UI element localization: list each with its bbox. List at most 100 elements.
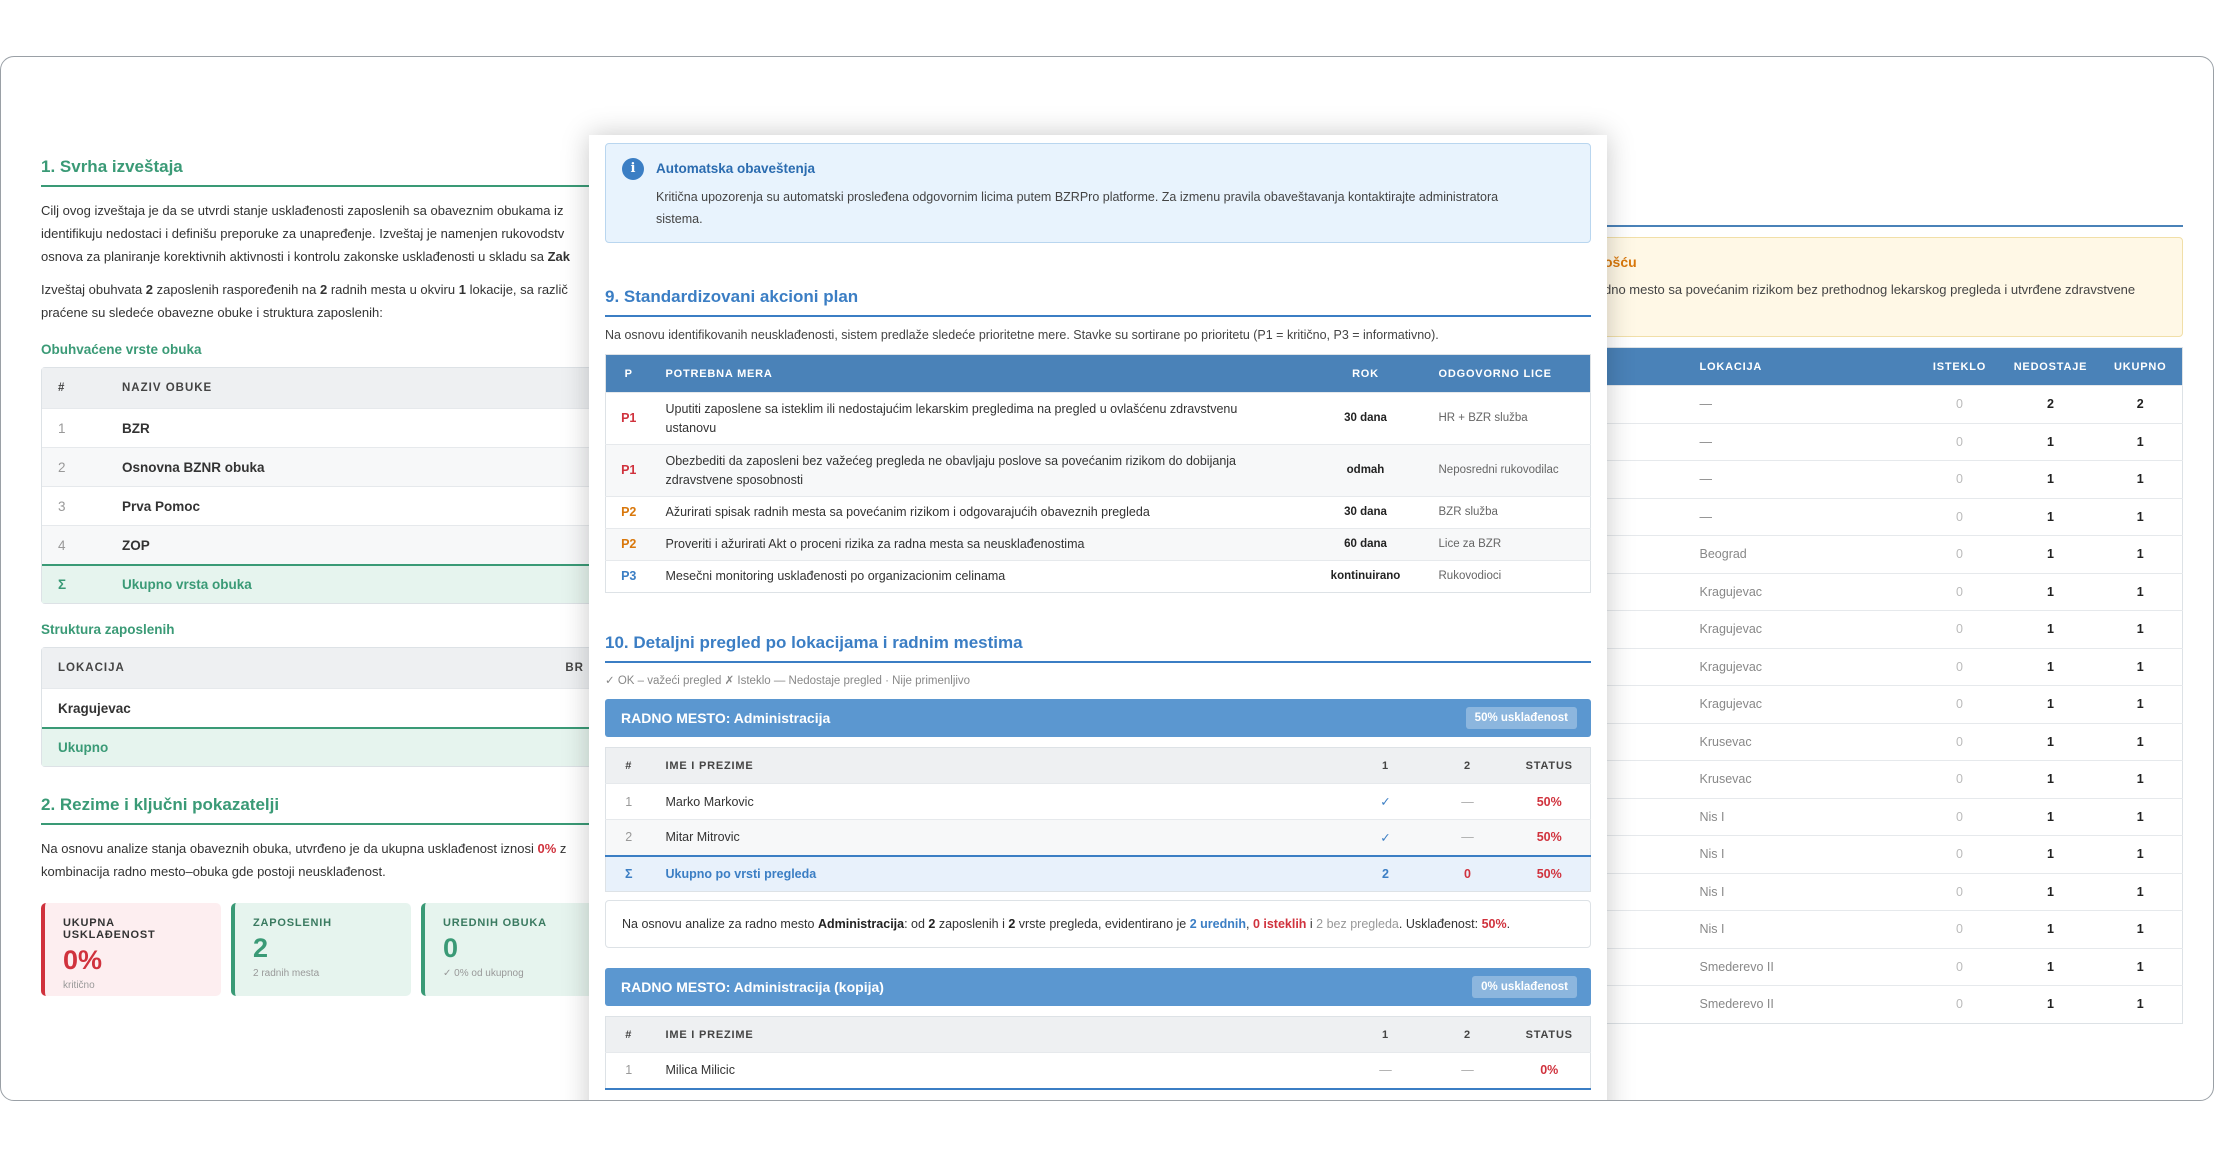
table-row: 1 BZR bbox=[42, 408, 600, 447]
info-box: i Automatska obaveštenja Kritična upozor… bbox=[605, 143, 1591, 243]
employees-table: LOKACIJA BR Kragujevac Ukupno bbox=[41, 647, 601, 767]
compliance-badge: 0% usklađenost bbox=[1472, 976, 1577, 998]
left-report-page: 1. Svrha izveštaja Cilj ovog izveštaja j… bbox=[41, 157, 601, 996]
deadline: odmah bbox=[1306, 444, 1425, 497]
table-row: 2 Osnovna BZNR obuka bbox=[42, 447, 600, 486]
table-row: Krusevac 0 1 1 bbox=[1603, 722, 2183, 761]
action-row: P2 Proveriti i ažurirati Akt o proceni ri… bbox=[605, 528, 1591, 561]
col-header: ODGOVORNO LICE bbox=[1424, 354, 1591, 393]
table-row: Nis I011 bbox=[1603, 797, 2183, 836]
col-header: LOKACIJA bbox=[42, 648, 419, 688]
table-row: 1 Milica Milicic — — 0% bbox=[605, 1052, 1591, 1089]
workplace-summary-note: Na osnovu analize za radno mesto Adminis… bbox=[605, 900, 1591, 948]
action-row: P1 Uputiti zaposlene sa isteklim ili nedo… bbox=[605, 392, 1591, 445]
summary-paragraph: Na osnovu analize stanja obaveznih obuka… bbox=[41, 841, 567, 879]
table-row: Kragujevac 0 1 1 bbox=[1603, 647, 2183, 686]
responsible-person: BZR služba bbox=[1424, 496, 1591, 529]
table-total-row: Σ Ukupno vrsta obuka bbox=[42, 564, 600, 603]
deadline: 30 dana bbox=[1306, 496, 1425, 529]
trainings-table: # NAZIV OBUKE 1 BZR 2 Osnovna BZNR obuka 3P… bbox=[41, 367, 601, 604]
table-row: —0 1 1 bbox=[1603, 422, 2183, 461]
col-header: NAZIV OBUKE bbox=[106, 368, 600, 408]
table-row: —0 2 2 bbox=[1603, 385, 2183, 423]
responsible-person: Lice za BZR bbox=[1424, 528, 1591, 561]
workplace-employees-table: # IME I PREZIME 1 2 STATUS 1 Milica Milic… bbox=[605, 1016, 1591, 1090]
action-text: Uputiti zaposlene sa isteklim ili nedost… bbox=[651, 392, 1307, 445]
table-row: Kragujevac bbox=[42, 688, 600, 727]
action-text: Proveriti i ažurirati Akt o proceni rizi… bbox=[651, 528, 1307, 561]
table-row: Smederevo II 0 1 1 bbox=[1603, 985, 2183, 1023]
priority-label: P1 bbox=[605, 444, 652, 497]
action-row: P1 Obezbediti da zaposleni bez važećeg pr… bbox=[605, 444, 1591, 497]
purpose-paragraph: Cilj ovog izveštaja je da se utvrdi stan… bbox=[41, 199, 601, 268]
table-row: Nis I011 bbox=[1603, 910, 2183, 948]
responsible-person: HR + BZR služba bbox=[1424, 392, 1591, 445]
section-9-title: 9. Standardizovani akcioni plan bbox=[605, 287, 1591, 317]
col-header: ISTEKLO bbox=[1916, 347, 2003, 386]
info-title: Automatska obaveštenja bbox=[656, 161, 816, 176]
col-header: BR bbox=[418, 648, 600, 688]
table-row: 1 Marko Markovic ✓ — 50% bbox=[605, 783, 1591, 820]
trainings-subtitle: Obuhvaćene vrste obuka bbox=[41, 342, 202, 357]
table-total-row: Ukupno bbox=[42, 727, 600, 766]
table-row: Kragujevac 0 1 1 bbox=[1603, 610, 2183, 648]
workplace-header: RADNO MESTO: Administracija 50% usklađen… bbox=[605, 699, 1591, 737]
employees-subtitle: Struktura zaposlenih bbox=[41, 622, 175, 637]
table-row: Nis I011 bbox=[1603, 835, 2183, 873]
action-text: Mesečni monitoring usklađenosti po organ… bbox=[651, 560, 1307, 593]
warning-box: ošću dno mesto sa povećanim rizikom bez … bbox=[1603, 237, 2183, 337]
col-header: ROK bbox=[1306, 354, 1425, 393]
action-row: P2 Ažurirati spisak radnih mesta sa poveć… bbox=[605, 496, 1591, 529]
action-text: Obezbediti da zaposleni bez važećeg preg… bbox=[651, 444, 1307, 497]
compliance-badge: 50% usklađenost bbox=[1465, 707, 1577, 729]
priority-label: P2 bbox=[605, 496, 652, 529]
status-legend: ✓ OK – važeći pregled ✗ Isteklo — Nedost… bbox=[605, 675, 971, 687]
table-total-row: Σ Ukupno po vrsti pregleda 20 50% bbox=[605, 854, 1591, 892]
table-row: —0 1 1 bbox=[1603, 460, 2183, 498]
table-row: 4 ZOP bbox=[42, 525, 600, 564]
info-icon: i bbox=[622, 158, 644, 180]
table-row: 3 Prva Pomoc bbox=[42, 486, 600, 525]
table-row: Smederevo II 0 1 1 bbox=[1603, 947, 2183, 986]
table-row: Krusevac 0 1 1 bbox=[1603, 760, 2183, 798]
table-row: Kragujevac 0 1 1 bbox=[1603, 572, 2183, 611]
priority-label: P1 bbox=[605, 392, 652, 445]
info-text: Kritična upozorenja su automatski prosle… bbox=[656, 190, 1499, 226]
kpi-card-employees: ZAPOSLENIH 2 2 radnih mesta bbox=[231, 903, 411, 996]
main-report-page: i Automatska obaveštenja Kritična upozor… bbox=[589, 135, 1607, 1100]
scope-paragraph: Izveštaj obuhvata 2 zaposlenih raspoređe… bbox=[41, 282, 568, 320]
workplace-header: RADNO MESTO: Administracija (kopija) 0% … bbox=[605, 968, 1591, 1006]
col-header: NEDOSTAJE bbox=[2002, 347, 2099, 386]
purpose-line: identifikuju nedostaci i definišu prepor… bbox=[41, 226, 565, 241]
priority-label: P2 bbox=[605, 528, 652, 561]
col-header: POTREBNA MERA bbox=[651, 354, 1307, 393]
deadline: 60 dana bbox=[1306, 528, 1425, 561]
responsible-person: Rukovodioci bbox=[1424, 560, 1591, 593]
section-10-title: 10. Detaljni pregled po lokacijama i rad… bbox=[605, 633, 1591, 663]
warning-text: dno mesto sa povećanim rizikom bez preth… bbox=[1604, 282, 2136, 297]
col-header: # bbox=[42, 368, 106, 408]
warning-title: ošću bbox=[1604, 254, 1637, 270]
table-row: Nis I011 bbox=[1603, 872, 2183, 911]
location-summary-table: LOKACIJA ISTEKLO NEDOSTAJE UKUPNO —0 2 2—0… bbox=[1603, 347, 2183, 1024]
col-header: P bbox=[605, 354, 652, 393]
action-text: Ažurirati spisak radnih mesta sa povećan… bbox=[651, 496, 1307, 529]
col-header: UKUPNO bbox=[2098, 347, 2183, 386]
right-report-page: ošću dno mesto sa povećanim rizikom bez … bbox=[1603, 157, 2183, 1057]
table-row: —0 1 1 bbox=[1603, 497, 2183, 536]
responsible-person: Neposredni rukovodilac bbox=[1424, 444, 1591, 497]
kpi-card-compliance: UKUPNA USKLAĐENOST 0% kritično bbox=[41, 903, 221, 996]
section-1-title: 1. Svrha izveštaja bbox=[41, 157, 601, 187]
priority-label: P3 bbox=[605, 560, 652, 593]
purpose-line: osnova za planiranje korektivnih aktivno… bbox=[41, 249, 570, 264]
action-row: P3 Mesečni monitoring usklađenosti po org… bbox=[605, 560, 1591, 593]
section-9-text: Na osnovu identifikovanih neusklađenosti… bbox=[605, 328, 1439, 342]
table-row: 2 Mitar Mitrovic ✓ — 50% bbox=[605, 819, 1591, 856]
kpi-cards: UKUPNA USKLAĐENOST 0% kritično ZAPOSLENI… bbox=[41, 903, 601, 996]
section-divider bbox=[1603, 225, 2183, 227]
col-header: LOKACIJA bbox=[1689, 347, 1917, 386]
purpose-line: Cilj ovog izveštaja je da se utvrdi stan… bbox=[41, 203, 564, 218]
workplace-employees-table: # IME I PREZIME 1 2 STATUS 1 Marko Markov… bbox=[605, 747, 1591, 892]
table-row: Kragujevac 0 1 1 bbox=[1603, 685, 2183, 723]
table-row: Beograd 0 1 1 bbox=[1603, 535, 2183, 573]
